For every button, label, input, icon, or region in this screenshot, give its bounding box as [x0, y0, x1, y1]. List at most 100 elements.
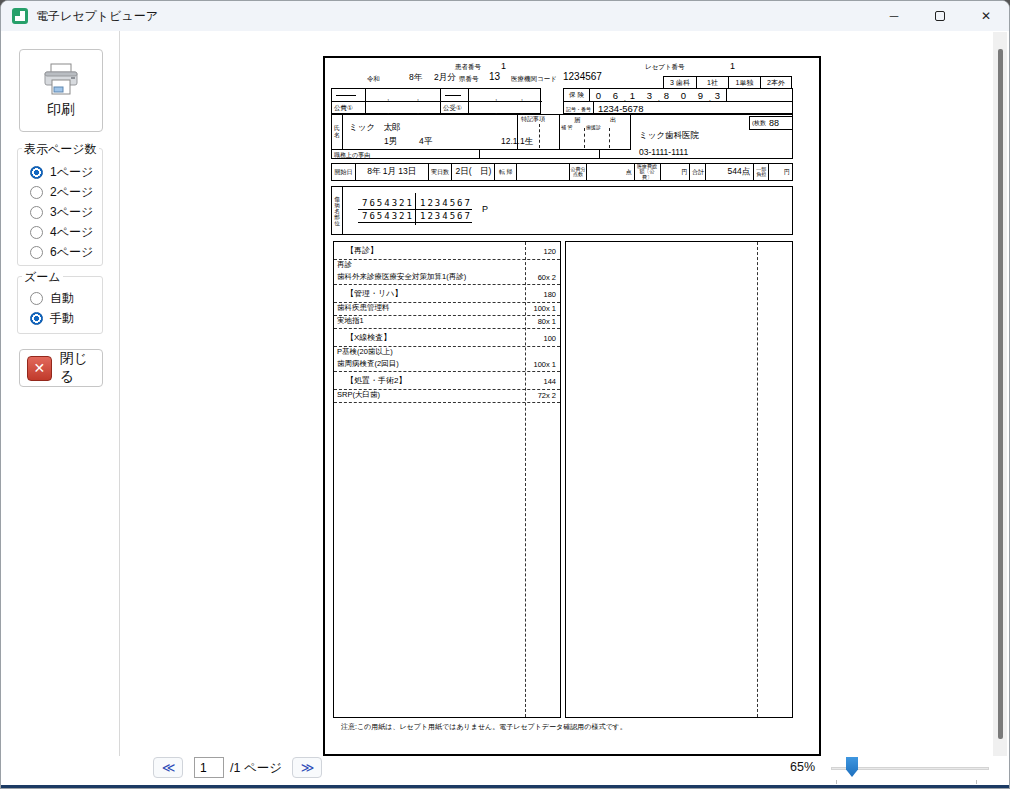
teeth-upper-left: 1234567	[420, 198, 472, 208]
duty-label: 職務上の事由	[334, 152, 370, 159]
zoom-mode-option-2[interactable]: 手動	[30, 308, 102, 328]
zoom-group-label: ズーム	[22, 269, 63, 286]
page-count-option-1[interactable]: 1ページ	[30, 162, 102, 182]
insurer-digit: 8	[658, 90, 675, 101]
med-code-value: 1234567	[563, 71, 602, 82]
zoom-mode-option-1[interactable]: 自動	[30, 288, 102, 308]
zoom-mode-radio-selected[interactable]	[30, 312, 43, 325]
page-count-radio[interactable]	[30, 206, 43, 219]
tooth-chart-side-label: 傷病名部位	[332, 187, 343, 234]
page-total-label: /1 ページ	[230, 760, 282, 777]
kohi-points-label: 公費分点数	[570, 164, 587, 180]
page-count-option-5[interactable]: 6ページ	[30, 242, 102, 262]
billing-row: 歯周病検査(2回目)100x 1	[334, 359, 560, 372]
med-code-label: 医療機関コード	[511, 75, 557, 82]
tokki-label: 特記事項	[521, 116, 545, 123]
prev-page-button[interactable]: ≪	[153, 757, 183, 778]
page-count-option-3[interactable]: 3ページ	[30, 202, 102, 222]
insurer-digit: 0	[675, 90, 692, 101]
patient-box: 氏名 ミック 太郎 1男 4平 12.1.1生 職務上の事由 特記事項 届 出 …	[331, 114, 793, 159]
sheets-box: (枚数 88	[749, 116, 793, 130]
app-icon	[12, 8, 28, 24]
page-count-radio-selected[interactable]	[30, 166, 43, 179]
page-count-radio[interactable]	[30, 246, 43, 259]
billing-row: 【再診】120	[334, 242, 560, 260]
titlebar: 電子レセプトビューア ─ ✕	[1, 1, 1009, 31]
patient-no-label: 患者番号	[455, 63, 481, 70]
minimize-button[interactable]: ─	[871, 1, 917, 31]
billing-table-right	[565, 241, 793, 718]
clinic-tel: 03-1111-1111	[639, 148, 688, 157]
next-page-button[interactable]: ≫	[292, 757, 322, 778]
month-value: 2月分	[434, 73, 456, 82]
insurer-digit: 1	[624, 90, 641, 101]
insurer-digit: 6,	[607, 90, 624, 101]
tooth-chart: 傷病名部位 7654321 1234567 7654321 1234567 P	[331, 186, 793, 235]
receipt-page: 患者番号 1 レセプト番号 1 令和 8年 2月分 県番号 13 医療機関コード…	[323, 56, 821, 756]
app-window: 電子レセプトビューア ─ ✕ 印刷 表示ページ数 1ページ 2ページ 3ページ4ペー…	[0, 0, 1010, 789]
teeth-lower-left: 1234567	[420, 211, 472, 221]
page-count-option-2[interactable]: 2ページ	[30, 182, 102, 202]
bottom-bar: ≪ 1 /1 ページ ≫ 65%	[1, 756, 1009, 785]
close-window-button[interactable]: ✕	[963, 1, 1009, 31]
start-label: 開始日	[332, 164, 356, 180]
kigo-value: 1234-5678	[598, 103, 643, 114]
maximize-icon	[935, 11, 945, 21]
kohi-grid: , , , , 公費① , , 公受① , ,	[331, 88, 541, 114]
era-label: 令和	[367, 75, 380, 82]
sidebar: 印刷 表示ページ数 1ページ2ページ3ページ4ページ6ページ ズーム 自動手動 …	[1, 31, 120, 756]
todokede-box: 届 出 補 管 歯援診	[559, 115, 631, 149]
total-label: 合計	[690, 164, 706, 180]
page-count-label: 6ページ	[50, 244, 93, 261]
print-button-label: 印刷	[47, 101, 75, 119]
insurer-grid: 保 険 06,13,809,3 記号・番号 1234-5678	[563, 88, 793, 114]
zoom-percentage: 65%	[790, 760, 815, 774]
insurer-digit: 3,	[641, 90, 658, 101]
page-count-label: 3ページ	[50, 204, 93, 221]
patient-no-value: 1	[501, 61, 506, 71]
footer-note: 注意:この用紙は、レセプト用紙ではありません。電子レセプトデータ確認用の様式です…	[341, 722, 627, 732]
tenki-label: 転 帰	[495, 164, 517, 180]
close-button-label: 閉じる	[60, 350, 102, 386]
close-button[interactable]: ✕ 閉じる	[19, 349, 103, 387]
summary-row: 開始日 8年 1月 13日 実日数 2日( 日) 転 帰 公費分点数 点 医療費…	[331, 163, 793, 181]
copay-label: 一部負担	[754, 164, 769, 180]
insurer-digit: 9,	[692, 90, 709, 101]
teeth-lower-right: 7654321	[362, 211, 414, 221]
maximize-button[interactable]	[917, 1, 963, 31]
billing-row: P基検(20歯以上)	[334, 347, 560, 359]
billing-row: 歯科外来診療医療安全対策加算1(再診)60x 2	[334, 272, 560, 285]
page-count-radio[interactable]	[30, 186, 43, 199]
zoom-mode-radio[interactable]	[30, 292, 43, 305]
billing-row: 【処置・手術2】144	[334, 372, 560, 390]
patient-sex: 1男	[384, 137, 397, 146]
window-bottom-edge	[1, 785, 1009, 788]
billing-row: 【管理・リハ】180	[334, 285, 560, 303]
page-number-input[interactable]: 1	[194, 757, 224, 778]
patient-era: 4平	[419, 137, 432, 146]
start-value: 8年 1月 13日	[356, 164, 429, 180]
insurer-digit: 3	[709, 90, 726, 101]
days-value: 2日( 日)	[452, 164, 495, 180]
clinic-name: ミック歯科医院	[639, 131, 699, 140]
tokki-box: 特記事項	[517, 115, 559, 149]
page-count-radio[interactable]	[30, 226, 43, 239]
billing-row: 【X線検査】100	[334, 329, 560, 347]
page-count-label: 2ページ	[50, 184, 93, 201]
page-count-option-4[interactable]: 4ページ	[30, 222, 102, 242]
days-label: 実日数	[429, 164, 453, 180]
total-med-label: 医療費総額〔公費〕	[635, 164, 661, 180]
page-count-group-label: 表示ページ数	[22, 141, 99, 158]
billing-row: SRP(大臼歯)72x 2	[334, 390, 560, 403]
zoom-mode-label: 手動	[50, 310, 74, 327]
print-button[interactable]: 印刷	[19, 49, 103, 132]
total-value: 544点	[706, 164, 754, 180]
name-label: 氏名	[332, 115, 343, 149]
receipt-no-value: 1	[730, 61, 735, 71]
year-value: 8年	[409, 73, 422, 82]
close-icon: ✕	[27, 356, 52, 381]
zoom-slider-thumb[interactable]	[846, 757, 858, 777]
window-title: 電子レセプトビューア	[36, 8, 158, 25]
vertical-scrollbar[interactable]	[993, 32, 1007, 787]
scrollbar-thumb[interactable]	[998, 49, 1003, 739]
